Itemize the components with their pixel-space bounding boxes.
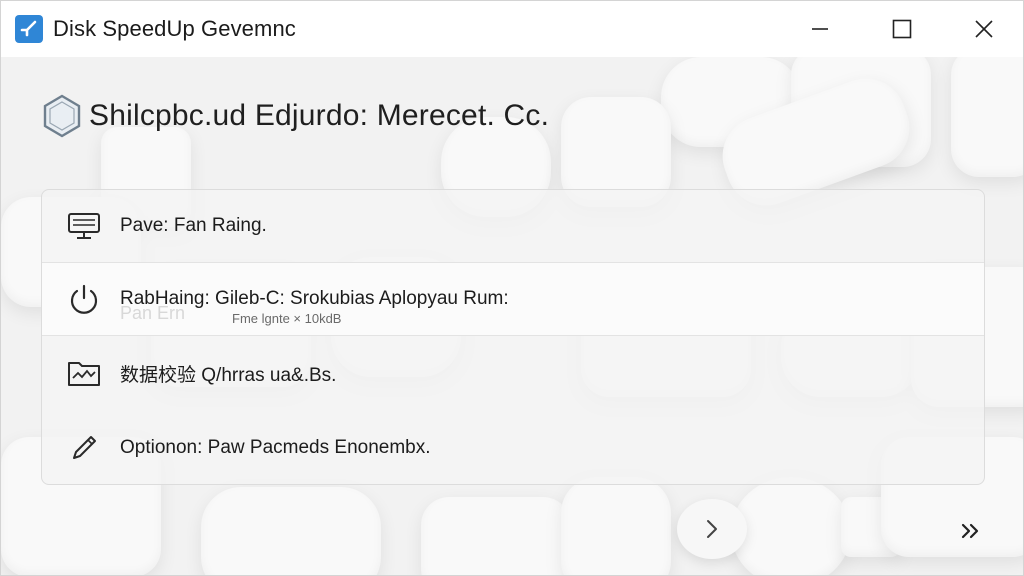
option-row-options[interactable]: Optionon: Paw Pacmeds Enonembx. [42,410,984,486]
maximize-button[interactable] [861,1,943,57]
window-title: Disk SpeedUp Gevemnc [53,16,296,41]
options-panel: Pave: Fan Raing. Pan Ern RabHaing: Gileb… [41,189,985,485]
ghost-text: Pan Ern [120,303,186,323]
skip-button[interactable] [951,513,991,549]
option-label: 数据校验 Q/hrras ua&.Bs. [120,364,337,386]
app-window: Disk SpeedUp Gevemnc Shilcpbc.ud Edjurdo… [0,0,1024,576]
option-row-data-check[interactable]: 数据校验 Q/hrras ua&.Bs. [42,336,984,410]
minimize-button[interactable] [779,1,861,57]
window-controls [779,1,1023,57]
double-chevron-icon [961,523,979,539]
chart-folder-icon [66,355,102,391]
minimize-icon [812,28,828,30]
option-row-power[interactable]: Pan Ern RabHaing: Gileb-C: Srokubias Apl… [42,262,984,336]
title-bar: Disk SpeedUp Gevemnc [1,1,1023,57]
maximize-icon [892,19,912,39]
pencil-icon [66,430,102,466]
hexagon-logo-icon [43,94,81,138]
page-title: Shilcpbc.ud Edjurdo: Merecet. Cc. [89,99,550,132]
close-icon [975,20,993,38]
app-logo-icon [15,15,43,43]
option-sublabel: Fme lgnte × 10kdB [232,311,342,326]
page-header: Shilcpbc.ud Edjurdo: Merecet. Cc. [41,93,549,139]
option-label: Optionon: Paw Pacmeds Enonembx. [120,437,431,458]
option-row-fan-rating[interactable]: Pave: Fan Raing. [42,190,984,262]
chevron-right-icon [707,520,717,538]
close-button[interactable] [943,1,1023,57]
option-label: Pave: Fan Raing. [120,215,267,236]
monitor-icon [66,208,102,244]
next-button[interactable] [677,499,747,559]
power-icon [66,281,102,317]
